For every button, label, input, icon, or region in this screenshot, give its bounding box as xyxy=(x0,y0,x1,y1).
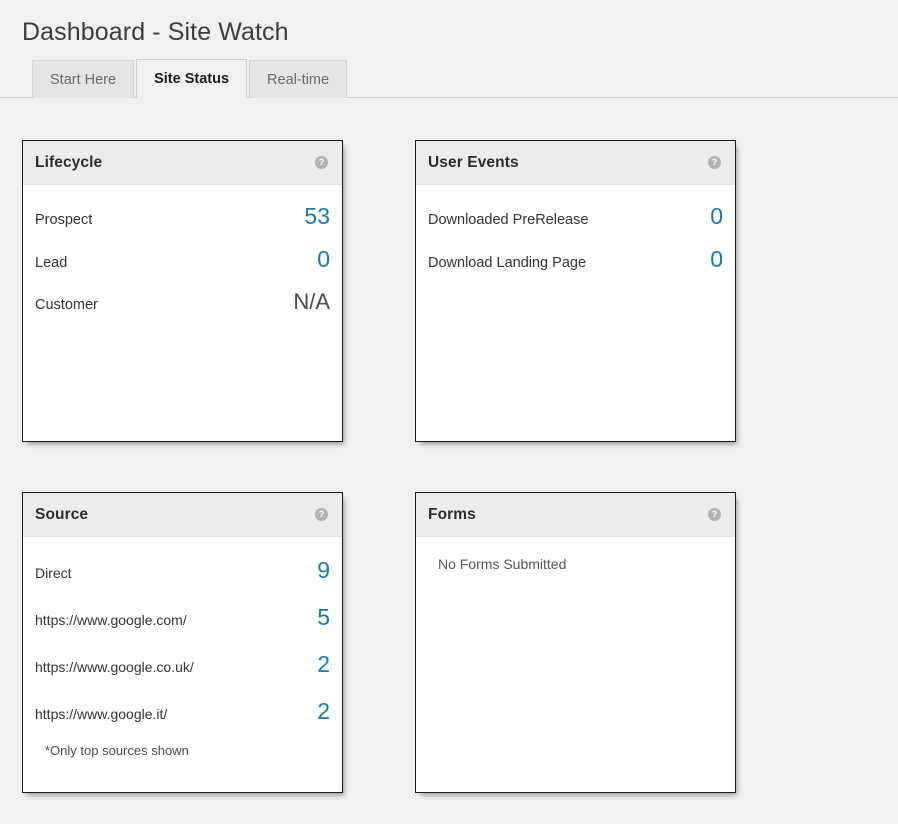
metric-row: https://www.google.com/ 5 xyxy=(35,594,330,641)
metric-value: 5 xyxy=(317,604,330,630)
panel-title: User Events xyxy=(428,153,519,171)
panel-title: Source xyxy=(35,505,89,523)
metric-value: N/A xyxy=(293,289,330,314)
metric-label: https://www.google.com/ xyxy=(35,612,187,628)
question-circle-icon[interactable]: ? xyxy=(315,508,328,521)
metric-row: Downloaded PreRelease 0 xyxy=(428,195,723,238)
metric-label: Prospect xyxy=(35,212,93,228)
question-circle-icon[interactable]: ? xyxy=(708,508,721,521)
metric-label: Lead xyxy=(35,255,68,271)
tab-strip: Start Here Site Status Real-time xyxy=(32,59,348,98)
tab-bar: Start Here Site Status Real-time xyxy=(0,59,898,98)
metric-value: 0 xyxy=(710,203,723,229)
panel-source: Source ? Direct 9 https://www.google.com… xyxy=(22,492,343,793)
tab-site-status[interactable]: Site Status xyxy=(136,59,248,98)
panel-body: Prospect 53 Lead 0 Customer N/A xyxy=(23,185,342,331)
page-title: Dashboard - Site Watch xyxy=(22,18,289,46)
metric-row: Prospect 53 xyxy=(35,195,330,238)
panel-body: Downloaded PreRelease 0 Download Landing… xyxy=(416,185,735,289)
metric-value: 0 xyxy=(710,246,723,272)
metric-row: https://www.google.co.uk/ 2 xyxy=(35,641,330,688)
metric-value: 2 xyxy=(317,698,330,724)
metric-label: https://www.google.it/ xyxy=(35,706,168,722)
tab-start-here[interactable]: Start Here xyxy=(32,60,135,98)
panel-header: Lifecycle ? xyxy=(23,141,342,185)
metric-label: Direct xyxy=(35,565,72,581)
metric-label: https://www.google.co.uk/ xyxy=(35,659,194,675)
metric-row: Customer N/A xyxy=(35,281,330,323)
question-circle-icon[interactable]: ? xyxy=(708,156,721,169)
panel-header: Source ? xyxy=(23,493,342,537)
metric-value: 0 xyxy=(317,246,330,272)
tab-label: Real-time xyxy=(267,71,330,88)
metric-label: Customer xyxy=(35,297,98,313)
metric-label: Download Landing Page xyxy=(428,255,587,271)
panel-title: Lifecycle xyxy=(35,153,103,171)
question-circle-icon[interactable]: ? xyxy=(315,156,328,169)
metric-value: 9 xyxy=(317,557,330,583)
metric-row: Download Landing Page 0 xyxy=(428,238,723,281)
metric-label: Downloaded PreRelease xyxy=(428,212,589,228)
panel-body: No Forms Submitted xyxy=(416,537,735,580)
tab-label: Start Here xyxy=(50,71,117,88)
tab-label: Site Status xyxy=(154,71,230,87)
metric-value: 53 xyxy=(304,203,330,229)
metric-row: Lead 0 xyxy=(35,238,330,281)
metric-row: https://www.google.it/ 2 xyxy=(35,688,330,735)
source-footnote: *Only top sources shown xyxy=(45,743,189,758)
tab-real-time[interactable]: Real-time xyxy=(249,60,348,98)
metric-row: Direct 9 xyxy=(35,547,330,594)
metric-value: 2 xyxy=(317,651,330,677)
panel-forms: Forms ? No Forms Submitted xyxy=(415,492,736,793)
panel-header: User Events ? xyxy=(416,141,735,185)
panel-user-events: User Events ? Downloaded PreRelease 0 Do… xyxy=(415,140,736,442)
panel-header: Forms ? xyxy=(416,493,735,537)
panel-lifecycle: Lifecycle ? Prospect 53 Lead 0 Customer … xyxy=(22,140,343,442)
panel-body: Direct 9 https://www.google.com/ 5 https… xyxy=(23,537,342,766)
panel-title: Forms xyxy=(428,505,476,523)
forms-empty-message: No Forms Submitted xyxy=(438,556,567,572)
